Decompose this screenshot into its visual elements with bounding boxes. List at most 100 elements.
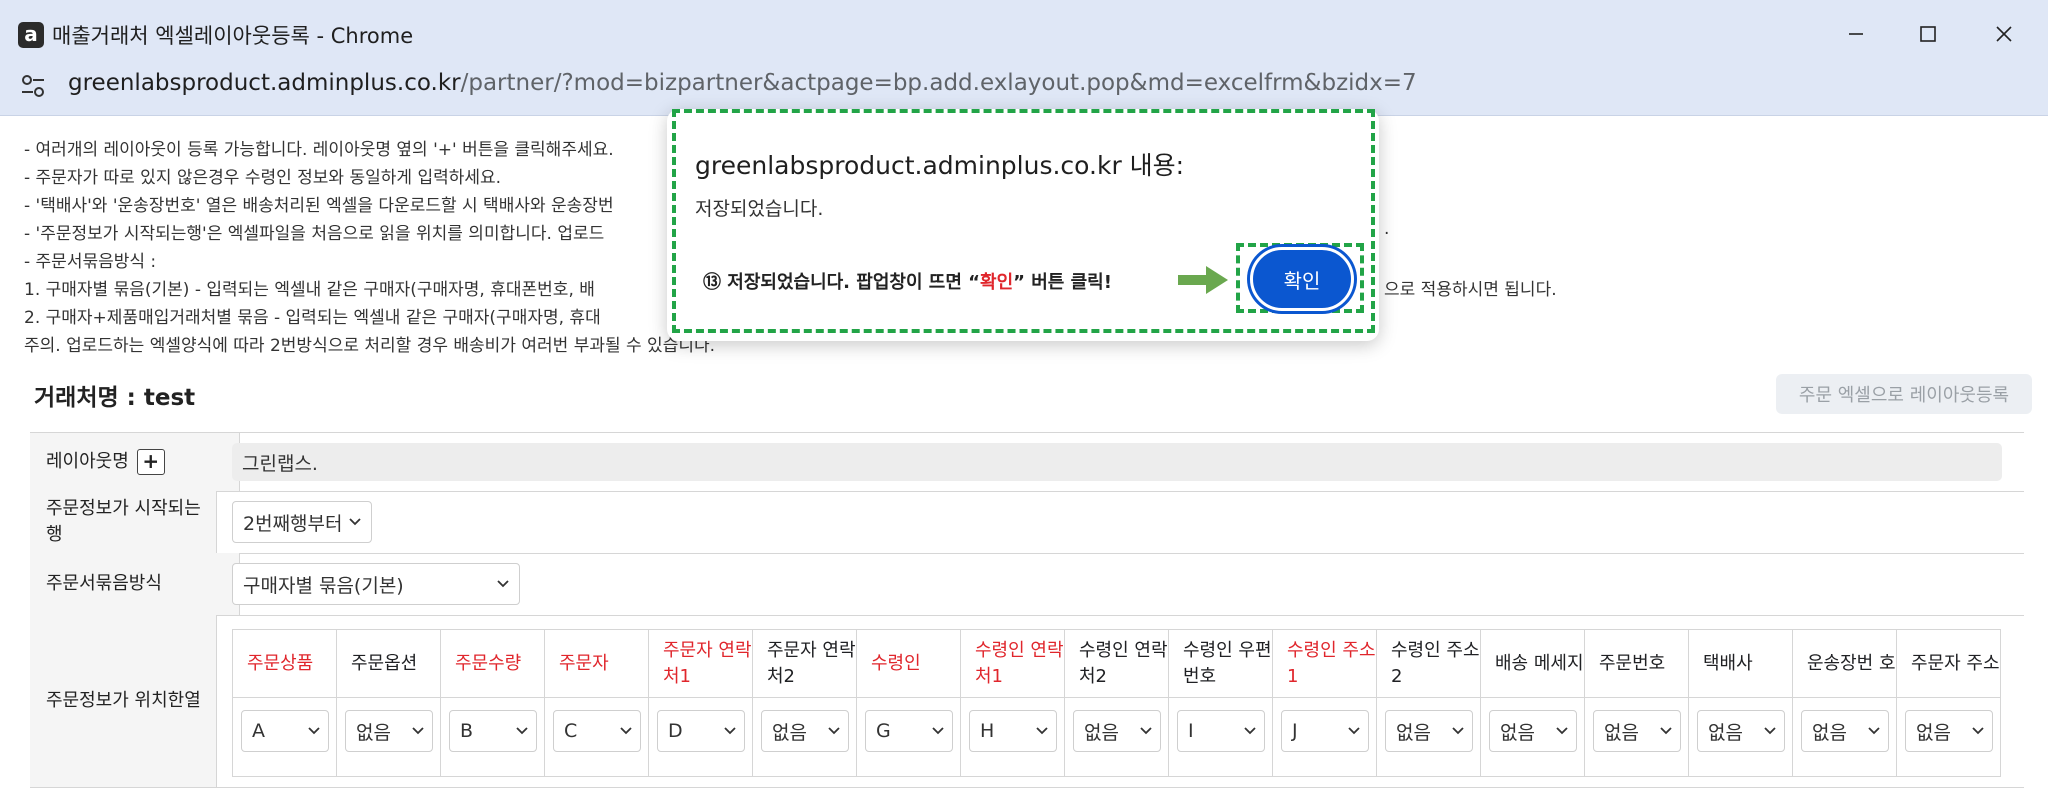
note-line: - '주문정보가 시작되는행'은 엑셀파일을 처음으로 읽을 위치를 의미합니다… [24, 224, 605, 244]
url-text[interactable]: greenlabsproduct.adminplus.co.kr/partner… [68, 70, 1417, 96]
column-select[interactable]: 없음 [1489, 710, 1577, 752]
column-cell: 주문자 C [545, 630, 649, 776]
column-cell: 주문수량 B [441, 630, 545, 776]
chevron-down-icon [516, 727, 528, 735]
column-select-value: 없음 [1604, 721, 1639, 744]
chevron-down-icon [1556, 727, 1568, 735]
maximize-icon [1920, 26, 1936, 42]
chevron-down-icon [1660, 727, 1672, 735]
layout-name-input[interactable]: 그린랩스. [232, 443, 2002, 481]
column-select[interactable]: H [969, 710, 1057, 752]
column-select-value: 없음 [1812, 721, 1847, 744]
start-row-value: 2번째행부터 [243, 512, 343, 535]
chevron-down-icon [1452, 727, 1464, 735]
column-select[interactable]: D [657, 710, 745, 752]
column-select[interactable]: C [553, 710, 641, 752]
column-select-value: I [1188, 720, 1194, 742]
column-header: 수령인 우편번호 [1169, 630, 1273, 698]
column-header: 운송장번 호 [1793, 630, 1897, 698]
layout-name-row: 레이아웃명 + 그린랩스. [30, 433, 2024, 492]
chevron-down-icon [1764, 727, 1776, 735]
window-title: 매출거래처 엑셀레이아웃등록 - Chrome [52, 24, 414, 48]
layout-name-label-text: 레이아웃명 [46, 451, 129, 472]
column-cell: 수령인 연락처1 H [961, 630, 1065, 776]
column-select-value: J [1292, 720, 1298, 742]
site-settings-icon[interactable] [18, 71, 48, 101]
column-header: 주문자 연락처2 [753, 630, 857, 698]
note-line: - 여러개의 레이아웃이 등록 가능합니다. 레이아웃명 옆의 '+' 버튼을 … [24, 140, 614, 160]
chevron-down-icon [1244, 727, 1256, 735]
close-button[interactable] [1974, 14, 2034, 54]
column-position-label: 주문정보가 위치한열 [30, 615, 217, 787]
column-header: 주문옵션 [337, 630, 441, 698]
maximize-button[interactable] [1898, 14, 1958, 54]
column-select[interactable]: 없음 [1905, 710, 1993, 752]
column-select[interactable]: 없음 [761, 710, 849, 752]
column-cell: 수령인 우편번호 I [1169, 630, 1273, 776]
minimize-icon [1849, 33, 1863, 35]
note-line: 1. 구매자별 묶음(기본) - 입력되는 엑셀내 같은 구매자(구매자명, 휴… [24, 280, 595, 300]
column-select[interactable]: 없음 [1073, 710, 1161, 752]
note-fragment: . [1384, 219, 1390, 239]
dialog-message: 저장되었습니다. [695, 198, 824, 220]
partner-title: 거래처명 : test [34, 385, 196, 411]
column-select[interactable]: 없음 [1593, 710, 1681, 752]
column-header: 주문자 연락처1 [649, 630, 753, 698]
note-line: 주의. 업로드하는 엑셀양식에 따라 2번방식으로 처리할 경우 배송비가 여러… [24, 336, 716, 356]
column-select[interactable]: I [1177, 710, 1265, 752]
note-line: - 주문서묶음방식 : [24, 252, 157, 272]
chevron-down-icon [1036, 727, 1048, 735]
column-select-value: B [460, 720, 474, 742]
note-line: - '택배사'와 '운송장번호' 열은 배송처리된 엑셀을 다운로드할 시 택배… [24, 196, 614, 216]
start-row-select[interactable]: 2번째행부터 [232, 501, 372, 543]
layout-name-label: 레이아웃명 + [30, 433, 240, 491]
instruction-prefix: ⑬ 저장되었습니다. 팝업창이 뜨면 “ [703, 272, 981, 293]
note-line: - 주문자가 따로 있지 않은경우 수령인 정보와 동일하게 입력하세요. [24, 168, 502, 188]
column-header: 수령인 연락처2 [1065, 630, 1169, 698]
column-cell: 수령인 주소1 J [1273, 630, 1377, 776]
column-select[interactable]: 없음 [1697, 710, 1785, 752]
column-select[interactable]: G [865, 710, 953, 752]
ok-button[interactable]: 확인 [1250, 247, 1354, 311]
column-select-value: D [668, 720, 683, 742]
column-select[interactable]: B [449, 710, 537, 752]
minimize-button[interactable] [1826, 14, 1886, 54]
column-select-value: H [980, 720, 995, 742]
chevron-down-icon [1348, 727, 1360, 735]
column-select[interactable]: 없음 [345, 710, 433, 752]
column-cell: 배송 메세지없음 [1481, 630, 1585, 776]
column-header: 배송 메세지 [1481, 630, 1585, 698]
column-select-value: 없음 [772, 721, 807, 744]
bundle-select[interactable]: 구매자별 묶음(기본) [232, 563, 520, 605]
column-select[interactable]: 없음 [1385, 710, 1473, 752]
column-cell: 주문자 연락처2 없음 [753, 630, 857, 776]
column-header: 주문자 주소 [1897, 630, 2001, 698]
column-cell: 주문자 주소없음 [1897, 630, 2001, 776]
column-select[interactable]: A [241, 710, 329, 752]
register-layout-button[interactable]: 주문 엑셀으로 레이아웃등록 [1776, 374, 2032, 414]
column-cell: 주문상품 A [233, 630, 337, 776]
instruction-annotation: ⑬ 저장되었습니다. 팝업창이 뜨면 “확인” 버튼 클릭! [703, 268, 1112, 294]
chevron-down-icon [1868, 727, 1880, 735]
column-select-value: G [876, 720, 891, 742]
column-cell: 수령인 G [857, 630, 961, 776]
column-select-value: 없음 [1708, 721, 1743, 744]
column-position-row: 주문정보가 위치한열 주문상품 A 주문옵션 없음 주문수량 B 주문자 C 주문자 연락처1 D… [30, 615, 2024, 788]
column-header: 주문수량 [441, 630, 545, 698]
chevron-down-icon [620, 727, 632, 735]
add-layout-button[interactable]: + [136, 449, 165, 475]
start-row-label: 주문정보가 시작되는행 [30, 491, 217, 553]
chevron-down-icon [349, 518, 361, 526]
chevron-down-icon [724, 727, 736, 735]
column-cell: 수령인 연락처2 없음 [1065, 630, 1169, 776]
chevron-down-icon [497, 580, 509, 588]
column-header: 수령인 [857, 630, 961, 698]
column-select[interactable]: 없음 [1801, 710, 1889, 752]
column-select-value: 없음 [1500, 721, 1535, 744]
column-header: 수령인 연락처1 [961, 630, 1065, 698]
column-select[interactable]: J [1281, 710, 1369, 752]
column-cell: 주문자 연락처1 D [649, 630, 753, 776]
dialog-title: greenlabsproduct.adminplus.co.kr 내용: [695, 151, 1185, 180]
column-cell: 운송장번 호없음 [1793, 630, 1897, 776]
column-select-value: 없음 [1396, 721, 1431, 744]
